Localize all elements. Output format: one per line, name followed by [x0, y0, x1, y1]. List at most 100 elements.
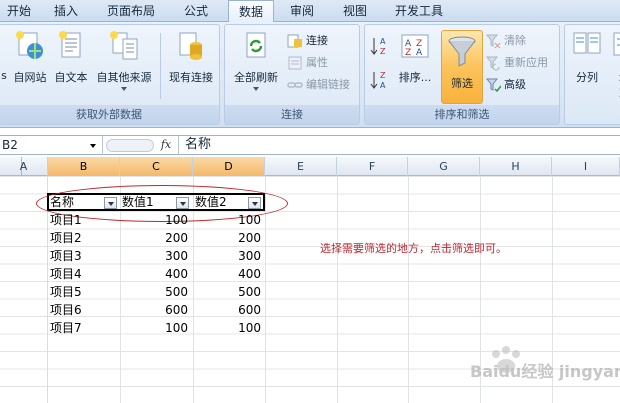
column-header-a[interactable]: A [0, 157, 48, 176]
cell-value2[interactable]: 100 [193, 320, 261, 337]
excel-window: 开始 插入 页面布局 公式 数据 审阅 视图 开发工具 s 自网站 自文本 自其… [0, 0, 620, 403]
svg-text:Z: Z [380, 71, 386, 80]
column-header-g[interactable]: G [408, 157, 480, 176]
from-other-sources-button[interactable]: 自其他来源 [91, 29, 157, 103]
svg-text:A: A [380, 37, 386, 46]
properties-icon [288, 56, 302, 70]
cell-value1[interactable]: 100 [120, 320, 188, 337]
column-header-c[interactable]: C [120, 157, 193, 176]
remove-duplicates-icon [613, 32, 620, 56]
link-icon [287, 82, 303, 88]
cell-value1[interactable]: 600 [120, 302, 188, 319]
baidu-watermark: Baidu经验 jingyan.baidu.com [470, 340, 620, 395]
cell-name[interactable]: 项目2 [50, 230, 82, 247]
filter-button[interactable]: 筛选 [441, 30, 483, 104]
ribbon-tab-strip: 开始 插入 页面布局 公式 数据 审阅 视图 开发工具 [0, 0, 620, 23]
text-to-columns-label: 分列 [576, 71, 598, 84]
group-label-external-data: 获取外部数据 [0, 105, 219, 124]
cell-value2[interactable]: 100 [193, 212, 261, 229]
sort-ascending-icon: AZ [370, 37, 386, 56]
column-headers: A B C D E F G H I [0, 157, 620, 176]
reapply-icon [485, 56, 500, 71]
advanced-filter-label: 高级 [504, 78, 526, 91]
formula-input[interactable]: 名称 [185, 136, 211, 155]
other-sources-icon [110, 31, 138, 60]
from-web-label: 自网站 [13, 71, 47, 84]
tab-formulas[interactable]: 公式 [172, 0, 220, 22]
cell-value1[interactable]: 400 [120, 266, 188, 283]
from-access-label: s [1, 69, 7, 82]
properties-label: 属性 [306, 56, 328, 69]
text-file-icon [59, 31, 81, 58]
gridline [408, 176, 409, 403]
reapply-label: 重新应用 [504, 56, 548, 69]
tab-view[interactable]: 视图 [334, 0, 376, 22]
formula-bar: B2 fx 名称 [0, 135, 620, 155]
tab-data[interactable]: 数据 [228, 0, 274, 23]
sort-button[interactable]: AZZA 排序... [393, 29, 437, 103]
remove-duplicates-button[interactable]: 删 重 [613, 29, 620, 103]
tab-page-layout[interactable]: 页面布局 [96, 0, 166, 22]
cell-name[interactable]: 项目7 [50, 320, 82, 337]
from-text-button[interactable]: 自文本 [51, 29, 91, 103]
svg-text:A: A [416, 48, 423, 58]
sort-label: 排序... [398, 71, 432, 84]
tab-home[interactable]: 开始 [0, 0, 38, 22]
cell-value1[interactable]: 300 [120, 248, 188, 265]
cell-value2[interactable]: 300 [193, 248, 261, 265]
from-access-button[interactable]: s [0, 29, 9, 103]
column-header-b[interactable]: B [48, 157, 120, 176]
cell-value2[interactable]: 400 [193, 266, 261, 283]
sort-dialog-icon: A ZZ A [401, 34, 429, 58]
insert-function-button[interactable]: fx [155, 136, 177, 155]
edit-links-label: 编辑链接 [306, 78, 350, 91]
column-header-f[interactable]: F [337, 157, 408, 176]
web-globe-icon [16, 31, 43, 59]
svg-text:Z: Z [380, 47, 386, 56]
group-separator [160, 33, 161, 99]
filter-label: 筛选 [451, 77, 473, 90]
cell-value1[interactable]: 200 [120, 230, 188, 247]
sort-ascending-button[interactable]: AZ [369, 35, 391, 57]
group-data-tools: 分列 删 重 [564, 24, 620, 125]
cell-name[interactable]: 项目3 [50, 248, 82, 265]
column-header-i[interactable]: I [552, 157, 620, 176]
tab-review[interactable]: 审阅 [280, 0, 324, 22]
formula-divider [178, 136, 179, 155]
cell-value2[interactable]: 500 [193, 284, 261, 301]
sort-descending-button[interactable]: ZA [369, 69, 391, 91]
group-label-connections: 连接 [225, 105, 359, 124]
column-header-d[interactable]: D [193, 157, 265, 176]
cell-name[interactable]: 项目5 [50, 284, 82, 301]
cell-value2[interactable]: 600 [193, 302, 261, 319]
svg-text:A: A [380, 81, 386, 90]
name-box[interactable]: B2 [0, 136, 103, 155]
gridline [337, 176, 338, 403]
refresh-all-button[interactable]: 全部刷新 [227, 29, 285, 103]
from-text-label: 自文本 [54, 71, 88, 84]
cell-name[interactable]: 项目6 [50, 302, 82, 319]
chevron-down-icon [253, 87, 259, 91]
column-header-h[interactable]: H [480, 157, 552, 176]
refresh-all-label: 全部刷新 [234, 71, 278, 84]
formula-resize-handle[interactable] [106, 139, 154, 152]
advanced-filter-icon [485, 78, 501, 93]
cell-value2[interactable]: 200 [193, 230, 261, 247]
text-to-columns-icon [573, 32, 601, 54]
tab-insert[interactable]: 插入 [44, 0, 88, 22]
from-web-button[interactable]: 自网站 [9, 29, 51, 103]
group-connections: 全部刷新 连接 属性 编辑链接 连接 [224, 24, 360, 125]
existing-connections-button[interactable]: 现有连接 [163, 29, 219, 103]
tab-developer[interactable]: 开发工具 [386, 0, 452, 22]
cell-value1[interactable]: 500 [120, 284, 188, 301]
cell-value1[interactable]: 100 [120, 212, 188, 229]
watermark-text: Baidu经验 jingyan.baidu.com [470, 362, 620, 381]
name-box-dropdown-icon[interactable] [90, 144, 96, 148]
clear-filter-label: 清除 [504, 34, 526, 47]
cell-name[interactable]: 项目4 [50, 266, 82, 283]
text-to-columns-button[interactable]: 分列 [567, 29, 607, 103]
svg-text:Z: Z [405, 48, 411, 58]
cell-name[interactable]: 项目1 [50, 212, 82, 229]
column-header-e[interactable]: E [265, 157, 337, 176]
name-box-value: B2 [2, 138, 18, 152]
